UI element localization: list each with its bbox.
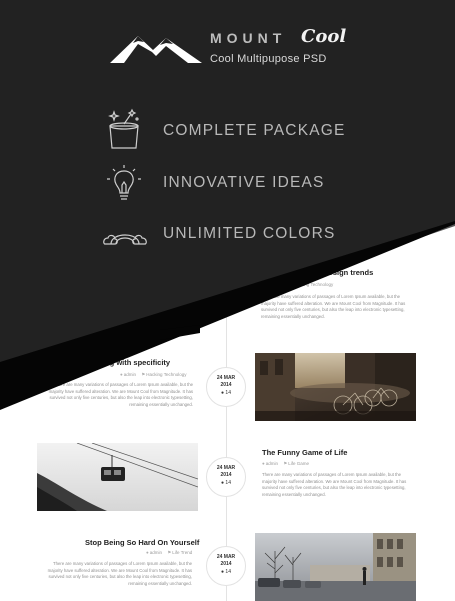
lightbulb-icon [104, 163, 144, 210]
brand-name[interactable]: MOUNT [210, 30, 286, 46]
feature-complete-package: COMPLETE PACKAGE [163, 122, 346, 139]
page: About the design trends ⚑Hacking Technol… [0, 0, 455, 601]
brand-tagline: Cool Multipupose PSD [210, 53, 327, 65]
feature-innovative-ideas: INNOVATIVE IDEAS [163, 174, 325, 191]
feature-unlimited-colors: UNLIMITED COLORS [163, 225, 336, 242]
rainbow-cloud-icon [103, 220, 147, 255]
hero-dark-background [0, 0, 455, 410]
mountain-logo-icon[interactable] [108, 30, 204, 71]
brand-name-script: Cool [301, 26, 347, 47]
magic-hat-icon [104, 108, 144, 155]
